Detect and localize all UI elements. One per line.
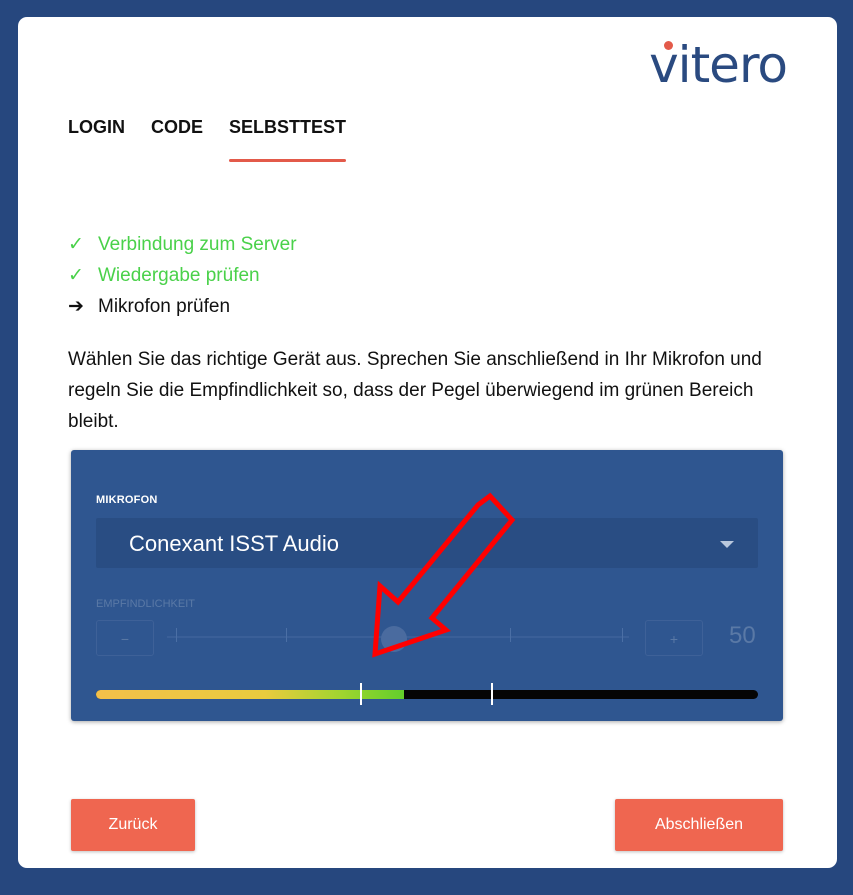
check-icon: ✓: [68, 265, 84, 286]
check-icon: ✓: [68, 234, 84, 255]
level-meter: [96, 690, 758, 699]
sensitivity-increment-button[interactable]: +: [645, 620, 703, 656]
chevron-down-icon: [720, 541, 734, 548]
tab-login[interactable]: LOGIN: [68, 117, 125, 162]
vitero-logo: vitero: [649, 40, 788, 90]
sensitivity-label: EMPFINDLICHKEIT: [96, 598, 196, 610]
step-microphone: ➔ Mikrofon prüfen: [68, 291, 297, 322]
level-meter-fill: [96, 690, 404, 699]
microphone-panel: MIKROFON Conexant ISST Audio EMPFINDLICH…: [71, 450, 783, 721]
arrow-right-icon: ➔: [68, 296, 84, 317]
step-playback: ✓ Wiedergabe prüfen: [68, 260, 297, 291]
step-server-connection: ✓ Verbindung zum Server: [68, 229, 297, 260]
slider-tick: [622, 628, 623, 642]
tab-bar: LOGIN CODE SELBSTTEST: [68, 117, 347, 162]
finish-button[interactable]: Abschließen: [615, 799, 783, 851]
sensitivity-decrement-button[interactable]: −: [96, 620, 154, 656]
slider-tick: [510, 628, 511, 642]
selftest-card: vitero LOGIN CODE SELBSTTEST ✓ Verbindun…: [18, 17, 837, 868]
sensitivity-slider-thumb[interactable]: [381, 626, 407, 652]
back-button[interactable]: Zurück: [71, 799, 195, 851]
step-label: Verbindung zum Server: [98, 234, 297, 255]
tab-code[interactable]: CODE: [151, 117, 203, 162]
microphone-label: MIKROFON: [96, 494, 158, 506]
tab-selbsttest[interactable]: SELBSTTEST: [229, 117, 347, 162]
sensitivity-value: 50: [729, 622, 756, 649]
step-label: Wiedergabe prüfen: [98, 265, 260, 286]
selftest-steps: ✓ Verbindung zum Server ✓ Wiedergabe prü…: [68, 229, 297, 322]
level-marker: [491, 683, 493, 705]
step-label: Mikrofon prüfen: [98, 296, 231, 317]
slider-tick: [286, 628, 287, 642]
microphone-select[interactable]: Conexant ISST Audio: [96, 518, 758, 568]
instructions-text: Wählen Sie das richtige Gerät aus. Sprec…: [68, 349, 762, 432]
level-marker: [360, 683, 362, 705]
microphone-select-value: Conexant ISST Audio: [129, 531, 339, 556]
slider-tick: [176, 628, 177, 642]
